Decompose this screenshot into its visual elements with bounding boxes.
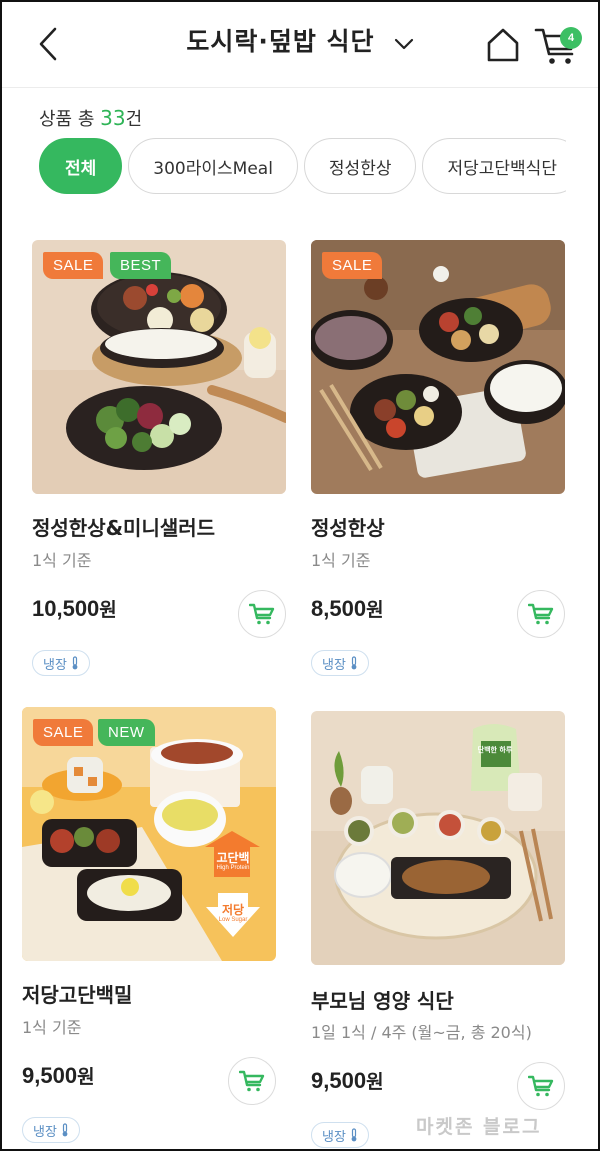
thermometer-icon [62, 1123, 68, 1137]
chevron-down-icon [394, 38, 413, 49]
storage-tag: 냉장 [311, 1122, 369, 1148]
product-price: 9,500원 [311, 1067, 384, 1094]
price-value: 8,500 [311, 596, 367, 621]
home-icon [487, 28, 519, 62]
product-serving: 1식 기준 [22, 1018, 82, 1037]
count-prefix: 상품 총 [39, 109, 101, 130]
pack-label: 단백한 하루 [477, 746, 513, 754]
count-number: 33 [100, 106, 126, 130]
chip-all[interactable]: 전체 [39, 138, 123, 194]
count-suffix: 건 [125, 109, 143, 130]
storage-tag: 냉장 [32, 650, 90, 676]
high-protein-label: 고단백 [216, 851, 250, 865]
best-badge: BEST [110, 252, 172, 279]
product-image[interactable]: 단백한 하루 [311, 711, 565, 965]
price-unit: 원 [99, 599, 117, 621]
storage-label: 냉장 [322, 1129, 346, 1145]
cart-count-badge: 4 [560, 27, 582, 49]
chip-low-sugar-high-protein[interactable]: 저당고단백식단 [422, 138, 566, 194]
product-image[interactable]: SALE NEW 고단백 High Protein 저당 Low Sugar [22, 707, 276, 961]
product-count: 상품 총 33건 [39, 105, 142, 131]
product-serving: 1식 기준 [311, 551, 371, 570]
price-unit: 원 [366, 599, 384, 621]
screen: 도시락·덮밥 식단 4 상품 총 33건 전체 300라이스Meal 정성한상 저당고… [0, 0, 600, 1151]
low-sugar-en: Low Sugar [218, 917, 248, 923]
price-value: 10,500 [32, 596, 100, 621]
high-protein-en: High Protein [216, 865, 250, 871]
new-badge: NEW [98, 719, 155, 746]
product-image[interactable]: SALE [311, 240, 565, 494]
storage-label: 냉장 [43, 657, 67, 673]
page-title: 도시락·덮밥 식단 [186, 27, 375, 56]
product-price: 9,500원 [22, 1062, 95, 1089]
price-unit: 원 [77, 1066, 95, 1088]
sale-badge: SALE [322, 252, 383, 279]
watermark: 마켓존 블로그 [416, 1116, 542, 1138]
home-button[interactable] [484, 26, 522, 64]
add-to-cart-button[interactable] [228, 1057, 276, 1105]
chip-jeongseong-hansang[interactable]: 정성한상 [303, 138, 417, 194]
price-unit: 원 [366, 1071, 384, 1093]
sale-badge: SALE [43, 252, 104, 279]
product-name[interactable]: 저당고단백밀 [22, 979, 132, 1008]
product-price: 8,500원 [311, 595, 384, 622]
price-value: 9,500 [22, 1063, 78, 1088]
chip-300rice-meal[interactable]: 300라이스Meal [128, 138, 298, 194]
product-name[interactable]: 부모님 영양 식단 [311, 985, 454, 1014]
cart-icon [528, 1075, 554, 1097]
storage-tag: 냉장 [311, 650, 369, 676]
thermometer-icon [72, 656, 78, 670]
product-serving: 1식 기준 [32, 551, 92, 570]
price-value: 9,500 [311, 1068, 367, 1093]
storage-label: 냉장 [322, 657, 346, 673]
product-serving: 1일 1식 / 4주 (월~금, 총 20식) [311, 1023, 532, 1042]
product-name[interactable]: 정성한상&미니샐러드 [32, 512, 215, 541]
add-to-cart-button[interactable] [238, 590, 286, 638]
filter-chips: 전체 300라이스Meal 정성한상 저당고단백식단 [39, 138, 566, 196]
cart-icon [249, 603, 275, 625]
cart-icon [239, 1070, 265, 1092]
sale-badge: SALE [33, 719, 94, 746]
product-price: 10,500원 [32, 595, 117, 622]
product-image[interactable]: SALE BEST [32, 240, 286, 494]
storage-label: 냉장 [33, 1124, 57, 1140]
product-name[interactable]: 정성한상 [311, 512, 385, 541]
low-sugar-label: 저당 [221, 903, 245, 917]
add-to-cart-button[interactable] [517, 1062, 565, 1110]
top-bar: 도시락·덮밥 식단 4 [2, 2, 598, 88]
thermometer-icon [351, 1128, 357, 1142]
thermometer-icon [351, 656, 357, 670]
storage-tag: 냉장 [22, 1117, 80, 1143]
cart-icon [528, 603, 554, 625]
add-to-cart-button[interactable] [517, 590, 565, 638]
